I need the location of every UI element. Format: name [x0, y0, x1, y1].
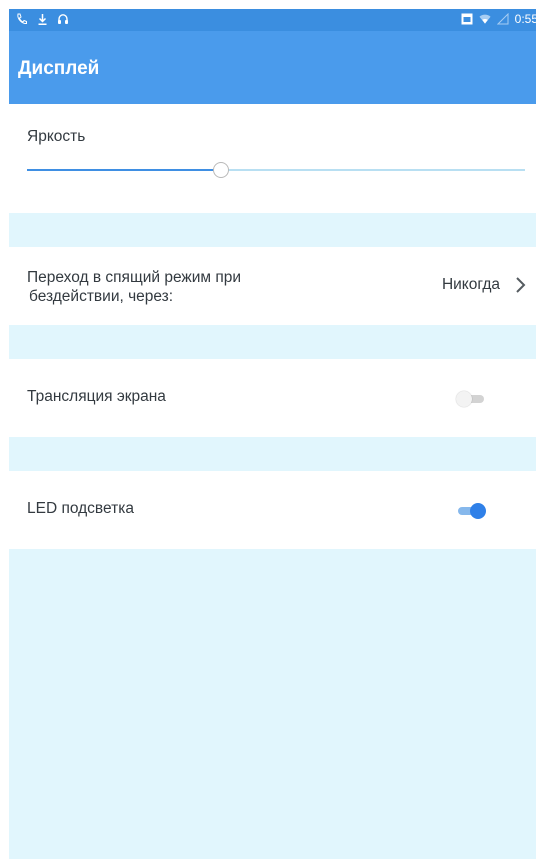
sleep-label: Переход в спящий режим при бездействии, …: [27, 268, 317, 306]
slider-fill: [27, 169, 222, 171]
status-bar: 0:55: [9, 9, 536, 31]
brightness-label: Яркость: [27, 128, 86, 145]
screen-cast-toggle[interactable]: [456, 391, 486, 407]
led-setting: LED подсветка: [9, 471, 536, 549]
status-left-icons: [15, 12, 69, 26]
sleep-setting[interactable]: Переход в спящий режим при бездействии, …: [9, 247, 536, 325]
signal-icon: [496, 12, 509, 26]
status-right-icons: 0:55: [461, 12, 536, 26]
sleep-label-line1: Переход в спящий режим при: [27, 269, 242, 286]
sleep-value: Никогда: [441, 276, 500, 293]
slider-thumb[interactable]: [213, 162, 230, 178]
notification-box-icon: [461, 12, 473, 26]
download-icon: [36, 12, 48, 26]
toggle-knob: [470, 503, 486, 519]
brightness-setting: Яркость: [9, 104, 536, 213]
led-label: LED подсветка: [27, 500, 134, 517]
call-icon: [15, 12, 27, 26]
sleep-label-line2: бездействии, через:: [29, 288, 174, 305]
screen: 0:55 Дисплей Яркость Переход в спящий ре…: [9, 9, 536, 859]
app-bar: Дисплей: [9, 31, 536, 104]
page-title: Дисплей: [18, 58, 100, 79]
headset-icon: [57, 12, 69, 26]
brightness-slider[interactable]: [27, 162, 525, 178]
wifi-icon: [479, 12, 491, 26]
chevron-right-icon: [514, 275, 528, 295]
screen-cast-label: Трансляция экрана: [27, 388, 166, 405]
led-toggle[interactable]: [456, 503, 486, 519]
screen-cast-setting: Трансляция экрана: [9, 359, 536, 437]
status-time: 0:55: [514, 12, 536, 26]
toggle-knob: [456, 391, 472, 407]
